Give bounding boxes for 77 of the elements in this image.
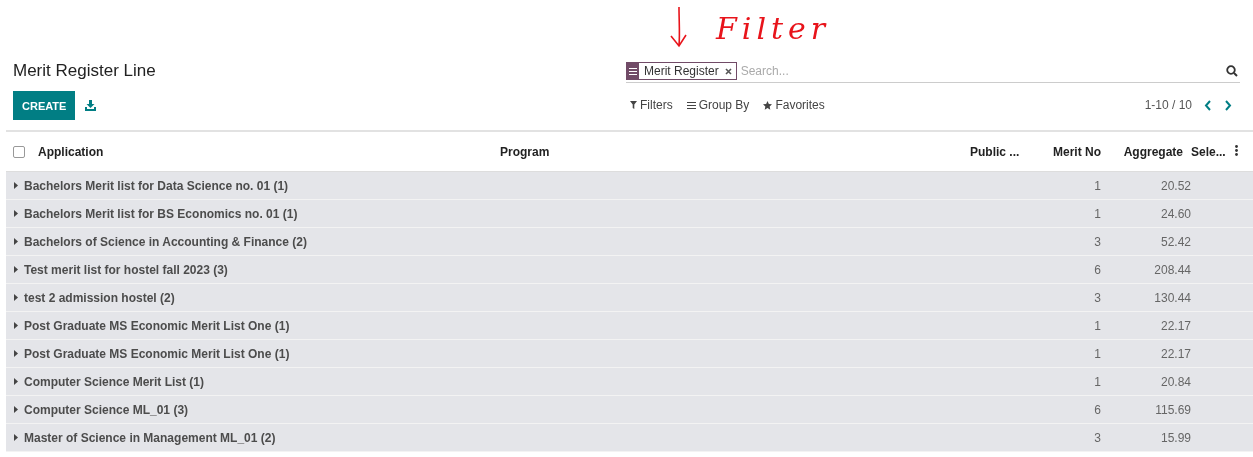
filter-facet-icon — [626, 62, 639, 80]
column-header[interactable]: Sele... — [1191, 144, 1226, 159]
caret-icon — [14, 182, 18, 189]
merit-no-total: 1 — [1094, 178, 1101, 193]
caret-icon — [14, 210, 18, 217]
star-icon — [763, 100, 773, 110]
group-label: Bachelors of Science in Accounting & Finance (2) — [24, 234, 307, 249]
caret-icon — [14, 350, 18, 357]
group-row[interactable]: Bachelors Merit list for BS Economics no. 01 (1) 1 24.60 — [6, 200, 1253, 228]
aggregate-total: 22.17 — [1160, 318, 1191, 333]
merit-no-total: 1 — [1094, 346, 1101, 361]
caret-icon — [14, 434, 18, 441]
caret-icon — [14, 294, 18, 301]
remove-icon[interactable] — [724, 67, 732, 75]
filter-icon — [630, 101, 637, 109]
group-row[interactable]: Computer Science Merit List (1) 1 20.84 — [6, 368, 1253, 396]
aggregate-total: 208.44 — [1154, 262, 1191, 277]
merit-no-total: 3 — [1094, 430, 1101, 445]
aggregate-total: 22.17 — [1160, 346, 1191, 361]
merit-no-total: 1 — [1094, 318, 1101, 333]
column-header[interactable]: Aggregate — [1123, 144, 1183, 159]
merit-no-total: 6 — [1094, 262, 1101, 277]
arrow-annotation — [670, 6, 688, 48]
group-label: Test merit list for hostel fall 2023 (3) — [24, 262, 228, 277]
group-label: Computer Science ML_01 (3) — [24, 402, 189, 417]
previous-icon[interactable] — [1204, 99, 1212, 111]
group-label: Post Graduate MS Economic Merit List One (1) — [24, 346, 290, 361]
aggregate-total: 15.99 — [1160, 430, 1191, 445]
group-label: Master of Science in Management ML_01 (2) — [24, 430, 276, 445]
caret-icon — [14, 406, 18, 413]
group-row[interactable]: Test merit list for hostel fall 2023 (3) 6 208.44 — [6, 256, 1253, 284]
column-header[interactable]: Program — [500, 144, 550, 159]
group-row[interactable]: Master of Science in Management ML_01 (2) 3 15.99 — [6, 424, 1253, 452]
aggregate-total: 52.42 — [1160, 234, 1191, 249]
group-row[interactable]: test 2 admission hostel (2) 3 130.44 — [6, 284, 1253, 312]
search-icon[interactable] — [1226, 65, 1238, 77]
next-icon[interactable] — [1224, 99, 1232, 111]
pager-value: 1-10 / 10 — [1144, 98, 1192, 112]
group-row[interactable]: Computer Science ML_01 (3) 6 115.69 — [6, 396, 1253, 424]
aggregate-total: 20.84 — [1160, 374, 1191, 389]
merit-no-total: 3 — [1094, 234, 1101, 249]
select-all-checkbox[interactable] — [13, 145, 25, 158]
group-row[interactable]: Post Graduate MS Economic Merit List One (1) 1 22.17 — [6, 340, 1253, 368]
filter-facet[interactable]: Merit Register — [626, 62, 737, 80]
aggregate-total: 20.52 — [1160, 178, 1191, 193]
column-header[interactable]: Application — [38, 144, 104, 159]
column-header[interactable]: Merit No — [1053, 144, 1101, 159]
caret-icon — [14, 266, 18, 273]
group-row[interactable]: Bachelors of Science in Accounting & Finance (2) 3 52.42 — [6, 228, 1253, 256]
download-icon[interactable] — [85, 100, 97, 111]
facet-label: Merit Register — [644, 64, 719, 78]
annotation-text: Filter — [716, 12, 831, 46]
group-label: Post Graduate MS Economic Merit List One (1) — [24, 318, 290, 333]
more-options-icon[interactable] — [1235, 144, 1238, 156]
aggregate-total: 115.69 — [1155, 402, 1191, 417]
column-header[interactable]: Public ... — [970, 144, 1020, 159]
caret-icon — [14, 322, 18, 329]
list-icon — [686, 101, 696, 109]
aggregate-total: 24.60 — [1160, 206, 1191, 221]
merit-no-total: 1 — [1094, 206, 1101, 221]
merit-no-total: 1 — [1094, 374, 1101, 389]
group-label: test 2 admission hostel (2) — [24, 290, 175, 305]
create-button[interactable]: CREATE — [13, 91, 76, 120]
group-row[interactable]: Post Graduate MS Economic Merit List One (1) 1 22.17 — [6, 312, 1253, 340]
group-row[interactable]: Bachelors Merit list for Data Science no. 01 (1) 1 20.52 — [6, 172, 1253, 200]
caret-icon — [14, 238, 18, 245]
group-label: Computer Science Merit List (1) — [24, 374, 205, 389]
merit-no-total: 3 — [1094, 290, 1101, 305]
page-title: Merit Register Line — [13, 61, 157, 81]
caret-icon — [14, 378, 18, 385]
merit-no-total: 6 — [1094, 402, 1101, 417]
search-option-button[interactable]: Group By — [682, 96, 754, 114]
aggregate-total: 130.44 — [1154, 290, 1191, 305]
group-label: Bachelors Merit list for BS Economics no. 01 (1) — [24, 206, 298, 221]
group-label: Bachelors Merit list for Data Science no. 01 (1) — [24, 178, 289, 193]
search-option-button[interactable]: Favorites — [759, 96, 829, 114]
search-option-button[interactable]: Filters — [626, 96, 677, 114]
